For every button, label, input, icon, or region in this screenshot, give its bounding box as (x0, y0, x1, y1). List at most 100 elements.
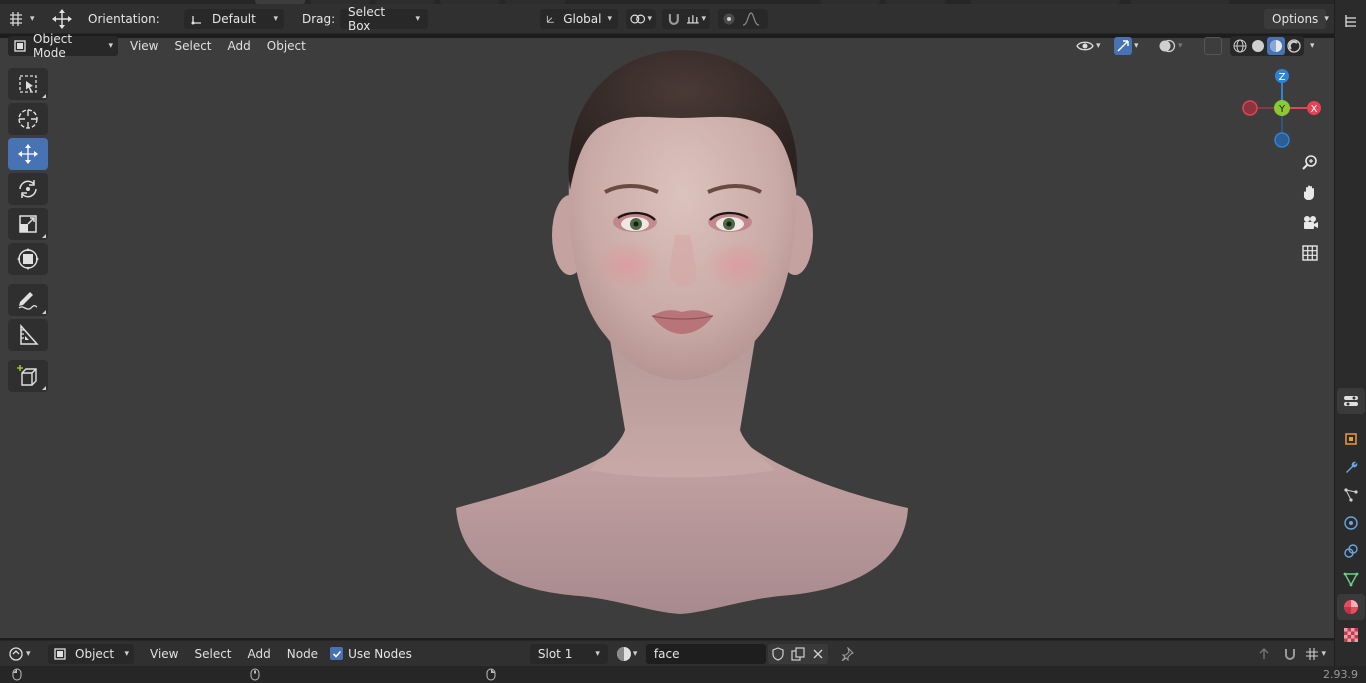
editor-type-button[interactable]: ▾ (8, 11, 44, 27)
zoom-button[interactable] (1297, 150, 1323, 176)
move-icon (18, 144, 38, 164)
material-browse-button[interactable]: ▾ (616, 646, 646, 662)
duplicate-material-button[interactable] (788, 646, 808, 661)
wireframe-shading-button[interactable] (1231, 37, 1249, 55)
physics-properties-tab[interactable] (1337, 510, 1365, 536)
toggles-icon (1343, 396, 1358, 406)
scale-icon (19, 215, 37, 233)
properties-panel (1334, 0, 1366, 683)
shader-menu-select[interactable]: Select (186, 644, 239, 664)
material-actions (767, 643, 828, 664)
visibility-dropdown[interactable]: ▾ (1076, 39, 1108, 53)
node-editor-icon (9, 646, 23, 661)
node-snap-toggle[interactable] (1279, 646, 1301, 662)
tool-select-box[interactable] (8, 68, 48, 100)
options-dropdown[interactable]: Options ▾ (1264, 8, 1329, 29)
fake-user-button[interactable] (768, 646, 788, 661)
shader-menu-add[interactable]: Add (240, 644, 279, 664)
transform-space-value: Global (563, 11, 602, 26)
close-icon (813, 649, 823, 658)
tool-rotate[interactable] (8, 173, 48, 205)
menu-object[interactable]: Object (259, 36, 314, 56)
texture-properties-tab[interactable] (1337, 622, 1365, 648)
ruler-icon (20, 324, 39, 345)
tool-measure[interactable] (8, 319, 48, 351)
pencil-icon (18, 292, 38, 310)
overlay-icon (1159, 39, 1176, 53)
shader-menu-node[interactable]: Node (279, 644, 326, 664)
menu-add[interactable]: Add (220, 36, 259, 56)
object-properties-tab[interactable] (1337, 426, 1365, 452)
outliner-button[interactable] (1337, 8, 1365, 34)
tool-move[interactable] (8, 138, 48, 170)
parent-node-tree-button[interactable] (1253, 647, 1275, 661)
tool-annotate[interactable] (8, 284, 48, 316)
chevron-down-icon: ▾ (1324, 13, 1329, 24)
snap-toggle[interactable]: ▾ (662, 8, 710, 29)
shader-type-label: Object (75, 646, 115, 661)
camera-icon (1304, 216, 1318, 229)
modifier-properties-tab[interactable] (1337, 454, 1365, 480)
overlays-toggle[interactable]: ▾ (1158, 37, 1198, 55)
gizmo-toggle[interactable]: ▾ (1114, 36, 1150, 56)
options-label: Options (1272, 11, 1319, 26)
tool-scale[interactable] (8, 208, 48, 240)
wrench-icon (1345, 461, 1357, 473)
arrow-up-icon (1260, 647, 1269, 659)
mouse-left-icon (12, 668, 22, 681)
tool-properties-tab[interactable] (1336, 388, 1365, 414)
shader-type-dropdown[interactable]: Object ▾ (48, 643, 134, 664)
eye-icon (1076, 41, 1094, 51)
transform-orientation-dropdown[interactable]: Global ▾ (540, 8, 618, 29)
material-sphere-icon (1270, 40, 1282, 52)
tool-cursor[interactable] (8, 103, 48, 135)
menu-view[interactable]: View (122, 36, 166, 56)
proportional-editing[interactable] (718, 8, 768, 29)
xray-toggle[interactable] (1204, 37, 1222, 55)
physics-orbit-icon (1343, 516, 1358, 530)
pan-button[interactable] (1297, 180, 1323, 206)
head-model[interactable] (0, 38, 1334, 638)
mesh-triangle-icon (1343, 572, 1358, 587)
proportional-edit-icon (723, 13, 735, 24)
transform-axis-icon (546, 15, 554, 23)
x-axis-label: X (1311, 104, 1318, 115)
drag-value: Select Box (348, 4, 386, 33)
rendered-sphere-icon (1287, 39, 1301, 53)
drag-dropdown[interactable]: Select Box ▾ (340, 5, 428, 33)
material-shading-button[interactable] (1267, 37, 1285, 55)
particles-properties-tab[interactable] (1337, 482, 1365, 508)
gizmo-icon (1114, 37, 1132, 55)
viewport-nav-buttons (1297, 150, 1323, 270)
shading-options-chevron-icon[interactable]: ▾ (1310, 41, 1315, 51)
snap-grid-icon (1306, 647, 1319, 660)
chevron-down-icon: ▾ (108, 41, 113, 51)
solid-shading-button[interactable] (1249, 37, 1267, 55)
tool-add-cube[interactable] (8, 360, 48, 392)
grid-icon (1302, 245, 1318, 261)
3d-viewport[interactable]: Object Mode ▾ View Select Add Object ▾ ▾… (0, 32, 1349, 638)
menu-select[interactable]: Select (166, 36, 219, 56)
material-slot-dropdown[interactable]: Slot 1 ▾ (529, 643, 608, 664)
camera-view-button[interactable] (1297, 210, 1323, 236)
shader-menu-view[interactable]: View (142, 644, 186, 664)
perspective-toggle-button[interactable] (1297, 240, 1323, 266)
use-nodes-toggle[interactable]: Use Nodes (330, 647, 412, 661)
material-name-field[interactable]: face (645, 643, 766, 664)
checkbox-checked-icon (330, 647, 344, 660)
orientation-dropdown[interactable]: Default ▾ (184, 8, 284, 29)
mode-dropdown[interactable]: Object Mode ▾ (8, 32, 118, 60)
transform-icon (17, 248, 39, 270)
pin-node-tree-button[interactable] (840, 646, 854, 661)
unlink-material-button[interactable] (808, 648, 828, 660)
node-snap-element-dropdown[interactable]: ▾ (1305, 647, 1326, 661)
shader-editor-type-button[interactable]: ▾ (8, 646, 40, 662)
tool-transform[interactable] (8, 243, 48, 275)
data-properties-tab[interactable] (1337, 566, 1365, 592)
rendered-shading-button[interactable] (1285, 37, 1303, 55)
navigation-gizmo[interactable]: Z X Y (1238, 66, 1328, 156)
pivot-point-dropdown[interactable]: ▾ (626, 8, 656, 29)
use-nodes-label: Use Nodes (348, 646, 412, 661)
constraints-properties-tab[interactable] (1337, 538, 1365, 564)
material-properties-tab[interactable] (1336, 594, 1365, 620)
